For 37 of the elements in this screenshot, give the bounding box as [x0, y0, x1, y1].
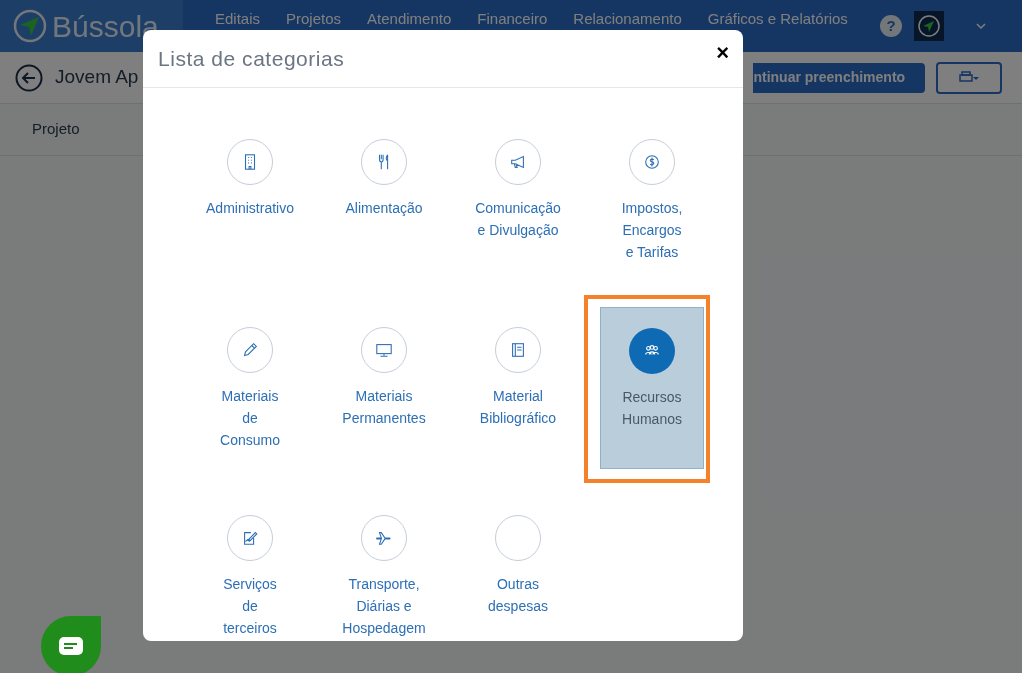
help-button[interactable]: ?: [880, 15, 902, 37]
book-icon: [509, 341, 527, 359]
close-button[interactable]: ×: [716, 42, 729, 64]
chevron-down-icon[interactable]: [976, 22, 986, 30]
airplane-icon: [375, 529, 393, 547]
nav-link[interactable]: Financeiro: [477, 10, 548, 27]
user-avatar[interactable]: [914, 11, 944, 41]
category-item[interactable]: Material Bibliográfico: [466, 307, 570, 469]
project-title: Jovem Ap: [55, 65, 139, 90]
dollar-coin-icon: [643, 153, 661, 171]
pencil-icon: [241, 341, 259, 359]
tab[interactable]: Projeto: [32, 118, 80, 141]
category-item[interactable]: Outras despesas: [466, 495, 570, 657]
back-icon[interactable]: [15, 63, 43, 92]
category-item[interactable]: Serviços de terceiros: [198, 495, 302, 657]
category-item[interactable]: Recursos Humanos: [600, 307, 704, 469]
nav-link[interactable]: Atendimento: [367, 10, 452, 27]
printer-icon: [958, 70, 981, 85]
category-item[interactable]: Alimentação: [332, 119, 436, 281]
category-item[interactable]: Administrativo: [198, 119, 302, 281]
nav-link[interactable]: Editais: [215, 10, 261, 27]
compass-logo-icon: [12, 8, 48, 44]
chat-icon: [59, 637, 83, 655]
print-button[interactable]: [936, 61, 1003, 94]
signed-document-icon: [241, 529, 259, 547]
category-item[interactable]: Materiais Permanentes: [332, 307, 436, 469]
category-item[interactable]: Materiais de Consumo: [198, 307, 302, 469]
continue-filling-button[interactable]: ntinuar preenchimento: [753, 62, 926, 93]
monitor-icon: [375, 341, 393, 359]
megaphone-icon: [509, 153, 527, 171]
category-item[interactable]: Impostos, Encargos e Tarifas: [600, 119, 704, 281]
nav-link[interactable]: Relacionamento: [573, 10, 682, 27]
category-item[interactable]: Transporte, Diárias e Hospedagem: [332, 495, 436, 657]
nav-link[interactable]: Projetos: [286, 10, 342, 27]
nav-link[interactable]: Gráficos e Relatórios: [707, 10, 848, 27]
chat-button[interactable]: [41, 616, 101, 673]
category-item[interactable]: Comunicação e Divulgação: [466, 119, 570, 281]
